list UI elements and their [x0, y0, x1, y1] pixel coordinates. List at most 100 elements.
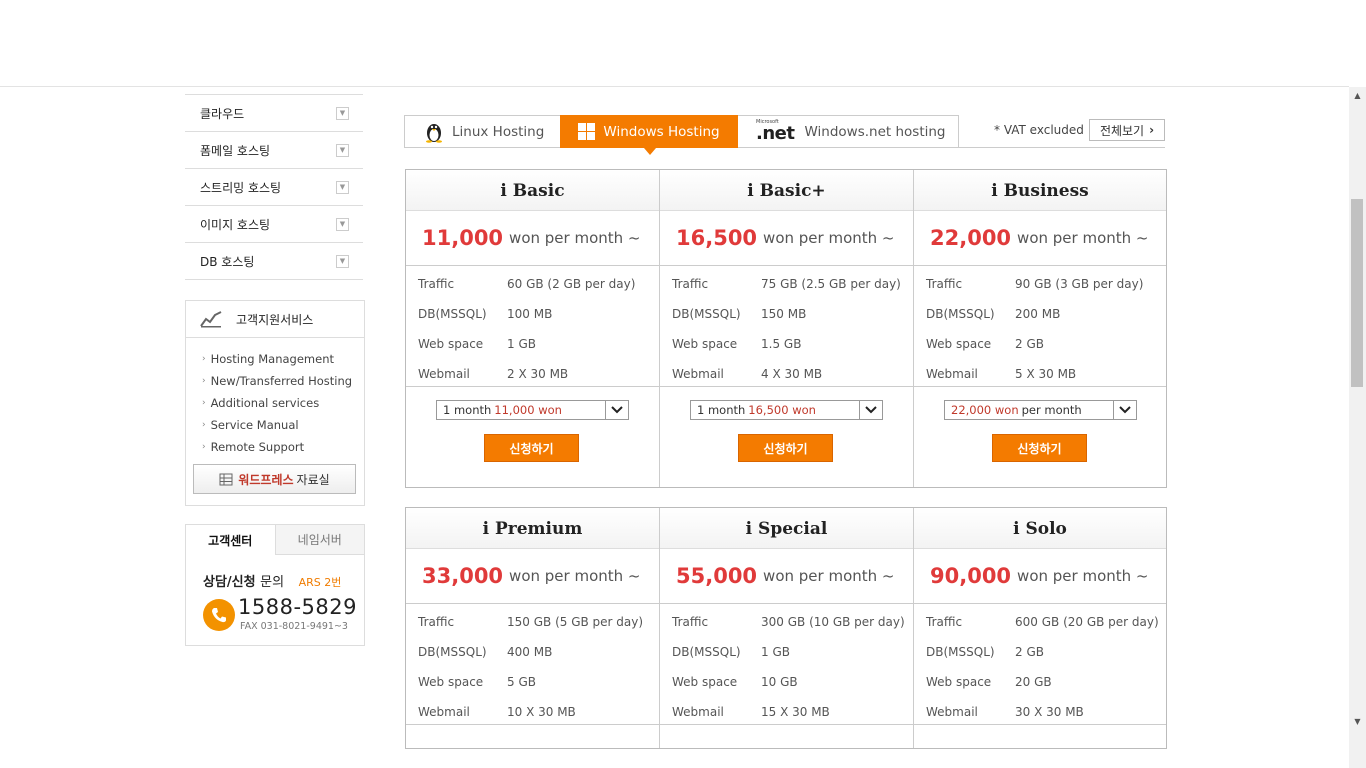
- spec-row: DB(MSSQL) 100 MB: [406, 299, 659, 329]
- spec-label: Web space: [672, 675, 738, 689]
- spec-label: DB(MSSQL): [672, 307, 741, 321]
- wordpress-label: 워드프레스: [238, 472, 294, 487]
- tab-nameserver[interactable]: 네임서버: [274, 525, 364, 555]
- scroll-down-icon[interactable]: ▼: [1349, 713, 1366, 730]
- select-price: 11,000 won: [494, 403, 562, 417]
- view-all-button[interactable]: 전체보기 ›: [1089, 119, 1165, 141]
- period-select[interactable]: 1 month 11,000 won: [436, 400, 629, 420]
- sidebar-item-formmail[interactable]: 폼메일 호스팅 ▼: [185, 132, 363, 169]
- spec-value: 1 GB: [761, 645, 790, 659]
- tab-customer-center[interactable]: 고객센터: [186, 525, 275, 555]
- sidebar-item-db[interactable]: DB 호스팅 ▼: [185, 243, 363, 280]
- spec-row: Traffic 600 GB (20 GB per day): [914, 607, 1166, 637]
- plan-name: i Special: [660, 508, 913, 549]
- spec-label: Web space: [672, 337, 738, 351]
- wordpress-archive-button[interactable]: 워드프레스 자료실: [193, 464, 356, 494]
- spec-label: Traffic: [672, 615, 709, 629]
- spec-label: DB(MSSQL): [672, 645, 741, 659]
- price-value: 16,500: [676, 226, 758, 250]
- support-box: 고객지원서비스 Hosting Management New/Transferr…: [185, 300, 365, 506]
- scroll-up-icon[interactable]: ▲: [1349, 87, 1366, 104]
- spec-value: 30 X 30 MB: [1015, 705, 1084, 719]
- apply-button[interactable]: 신청하기: [484, 434, 579, 462]
- tab-label: Windows Hosting: [603, 123, 720, 140]
- spec-row: Web space 5 GB: [406, 667, 659, 697]
- sidebar-item-streaming[interactable]: 스트리밍 호스팅 ▼: [185, 169, 363, 206]
- apply-button[interactable]: 신청하기: [992, 434, 1087, 462]
- spec-value: 10 X 30 MB: [507, 705, 576, 719]
- chart-icon: [200, 311, 222, 328]
- spec-label: Web space: [926, 337, 992, 351]
- chevron-down-icon: [605, 401, 628, 419]
- spec-label: Webmail: [926, 705, 978, 719]
- chevron-right-icon: ›: [1149, 123, 1155, 137]
- spec-label: Webmail: [926, 367, 978, 381]
- select-price: 16,500 won: [748, 403, 816, 417]
- hosting-tabs: Linux Hosting Windows Hosting Microsoft …: [404, 115, 1165, 155]
- spec-label: Traffic: [672, 277, 709, 291]
- price-value: 90,000: [930, 564, 1012, 588]
- sidebar-item-label: 이미지 호스팅: [200, 217, 271, 232]
- spec-label: Webmail: [672, 705, 724, 719]
- price-unit: won per month ~: [763, 567, 895, 585]
- spec-row: DB(MSSQL) 400 MB: [406, 637, 659, 667]
- spec-row: Web space 10 GB: [660, 667, 913, 697]
- spec-value: 60 GB (2 GB per day): [507, 277, 636, 291]
- spec-label: DB(MSSQL): [418, 645, 487, 659]
- spec-value: 90 GB (3 GB per day): [1015, 277, 1144, 291]
- tab-windows-hosting[interactable]: Windows Hosting: [560, 115, 738, 155]
- plan-card: i Basic+ 16,500 won per month ~ Traffic 75…: [660, 170, 914, 487]
- vertical-scrollbar[interactable]: ▲ ▼: [1349, 87, 1366, 768]
- consult-label: 상담/신청: [203, 575, 256, 590]
- chevron-down-icon: ▼: [336, 143, 349, 157]
- spec-label: DB(MSSQL): [418, 307, 487, 321]
- spec-label: Traffic: [418, 277, 455, 291]
- spec-value: 1.5 GB: [761, 337, 802, 351]
- vat-note: * VAT excluded: [994, 123, 1084, 137]
- support-link[interactable]: New/Transferred Hosting: [202, 370, 364, 392]
- apply-button[interactable]: 신청하기: [738, 434, 833, 462]
- customer-center-box: 고객센터 네임서버 상담/신청 문의 ARS 2번 1588-5829 FAX …: [185, 524, 365, 646]
- chevron-down-icon: ▼: [336, 217, 349, 231]
- top-header-area: [0, 0, 1349, 87]
- plan-specs: Traffic 150 GB (5 GB per day) DB(MSSQL) 40…: [406, 604, 659, 725]
- select-prefix: 1 month: [443, 403, 492, 417]
- spec-value: 75 GB (2.5 GB per day): [761, 277, 901, 291]
- select-prefix: 1 month: [697, 403, 746, 417]
- plan-name: i Premium: [406, 508, 659, 549]
- price-unit: won per month ~: [509, 229, 641, 247]
- period-select[interactable]: 22,000 won per month: [944, 400, 1137, 420]
- phone-icon: [203, 599, 235, 631]
- tab-windows-net-hosting[interactable]: Microsoft .net Windows.net hosting: [756, 115, 956, 148]
- plan-specs: Traffic 60 GB (2 GB per day) DB(MSSQL) 100…: [406, 266, 659, 387]
- sidebar-item-label: 스트리밍 호스팅: [200, 180, 282, 195]
- spec-row: Webmail 5 X 30 MB: [914, 359, 1166, 389]
- tab-linux-hosting[interactable]: Linux Hosting: [424, 115, 559, 148]
- plan-card: i Solo 90,000 won per month ~ Traffic 600 …: [914, 508, 1166, 748]
- windows-icon: [578, 123, 596, 140]
- sidebar-item-cloud[interactable]: 클라우드 ▼: [185, 95, 363, 132]
- fax-number: FAX 031-8021-9491~3: [240, 621, 348, 632]
- support-link[interactable]: Service Manual: [202, 414, 364, 436]
- support-link[interactable]: Additional services: [202, 392, 364, 414]
- spec-label: Webmail: [418, 705, 470, 719]
- spec-row: DB(MSSQL) 1 GB: [660, 637, 913, 667]
- price-value: 22,000: [930, 226, 1012, 250]
- select-price: 22,000 won: [951, 403, 1019, 417]
- sidebar-menu: 클라우드 ▼ 폼메일 호스팅 ▼ 스트리밍 호스팅 ▼ 이미지 호스팅 ▼ DB 호스팅…: [185, 94, 363, 280]
- support-link[interactable]: Remote Support: [202, 436, 364, 458]
- support-link[interactable]: Hosting Management: [202, 348, 364, 370]
- spec-value: 10 GB: [761, 675, 798, 689]
- plan-specs: Traffic 90 GB (3 GB per day) DB(MSSQL) 200…: [914, 266, 1166, 387]
- plan-price: 33,000 won per month ~: [406, 549, 659, 604]
- plan-specs: Traffic 300 GB (10 GB per day) DB(MSSQL) 1…: [660, 604, 913, 725]
- sidebar-item-image[interactable]: 이미지 호스팅 ▼: [185, 206, 363, 243]
- view-all-label: 전체보기: [1099, 123, 1145, 138]
- price-value: 11,000: [422, 226, 504, 250]
- spec-label: Web space: [418, 675, 484, 689]
- plan-price: 16,500 won per month ~: [660, 211, 913, 266]
- spec-label: Webmail: [418, 367, 470, 381]
- scrollbar-thumb[interactable]: [1351, 199, 1363, 387]
- period-select[interactable]: 1 month 16,500 won: [690, 400, 883, 420]
- spec-row: Webmail 4 X 30 MB: [660, 359, 913, 389]
